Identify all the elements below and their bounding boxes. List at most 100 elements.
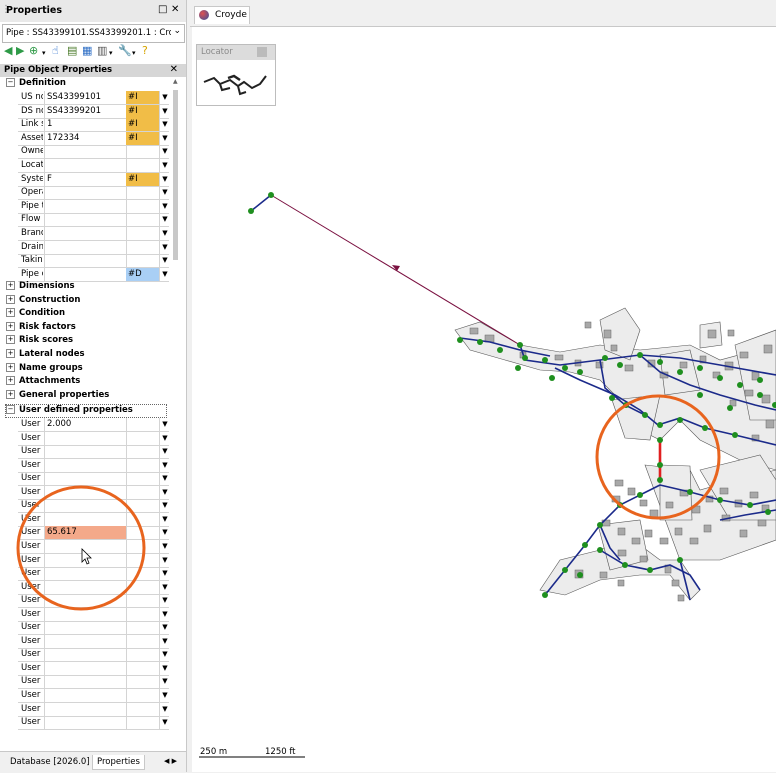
property-row[interactable]: Owner ▼ xyxy=(18,145,170,160)
chevron-down-icon[interactable]: ▼ xyxy=(159,621,170,635)
property-row[interactable]: Location ▼ xyxy=(18,159,169,173)
property-row[interactable]: Pipe class #D ▼ xyxy=(18,267,170,282)
property-row[interactable]: User text 6 ▼ xyxy=(18,621,170,636)
property-flag[interactable] xyxy=(126,145,159,158)
property-value[interactable] xyxy=(44,675,127,689)
property-row[interactable]: Taking ▼ xyxy=(18,254,170,269)
property-value[interactable]: 172334 xyxy=(44,131,127,145)
property-row[interactable]: Drainage ▼ xyxy=(18,240,170,255)
property-flag[interactable] xyxy=(126,526,159,539)
property-value[interactable] xyxy=(44,485,127,499)
chevron-down-icon[interactable]: ▼ xyxy=(159,131,170,145)
chevron-down-icon[interactable]: ▼ xyxy=(159,567,170,581)
property-row[interactable]: System type F #I ▼ xyxy=(18,172,170,187)
property-flag[interactable]: #I xyxy=(126,131,159,145)
database-dropdown-icon[interactable]: ▾ xyxy=(109,46,113,60)
property-flag[interactable] xyxy=(126,241,159,254)
chevron-down-icon[interactable]: ▼ xyxy=(159,213,170,227)
property-value[interactable] xyxy=(44,240,127,254)
chevron-down-icon[interactable]: ▼ xyxy=(159,104,170,118)
chevron-down-icon[interactable]: ▼ xyxy=(159,267,170,281)
property-value[interactable] xyxy=(44,634,127,648)
property-flag[interactable] xyxy=(126,567,159,580)
group-general-properties[interactable]: + General properties xyxy=(6,389,109,403)
property-row[interactable]: Link suffix 1 #I ▼ xyxy=(18,118,170,133)
property-row[interactable]: Asset ID 172334 #I ▼ xyxy=(18,131,170,146)
property-row[interactable]: Pipe type ▼ xyxy=(18,199,170,214)
chevron-down-icon[interactable]: ▼ xyxy=(159,145,170,159)
section-close-icon[interactable]: ✕ xyxy=(170,64,178,75)
collapse-icon[interactable]: − xyxy=(6,405,15,414)
group-condition[interactable]: + Condition xyxy=(6,308,65,321)
property-flag[interactable] xyxy=(126,648,159,661)
property-flag[interactable] xyxy=(126,540,159,553)
expand-icon[interactable]: + xyxy=(6,294,15,304)
chevron-down-icon[interactable]: ▼ xyxy=(159,499,170,513)
database-icon[interactable]: ▥ xyxy=(97,44,107,58)
property-row[interactable]: User text 5 ▼ xyxy=(18,607,170,622)
property-value[interactable]: 2.000 xyxy=(44,418,127,431)
property-flag[interactable]: #I xyxy=(126,118,159,132)
chevron-down-icon[interactable]: ▼ xyxy=(159,118,170,132)
property-row[interactable]: US node id SS43399101 #I ▼ xyxy=(18,91,169,105)
chevron-down-icon[interactable]: ▼ xyxy=(159,702,170,716)
globe-dropdown-icon[interactable]: ▾ xyxy=(42,46,46,60)
chevron-down-icon[interactable]: ▼ xyxy=(159,472,170,486)
property-value[interactable] xyxy=(44,254,127,268)
property-value[interactable] xyxy=(44,199,127,213)
property-value[interactable] xyxy=(44,621,127,635)
tab-properties[interactable]: Properties xyxy=(92,755,145,770)
chevron-down-icon[interactable]: ▼ xyxy=(159,199,170,213)
chevron-down-icon[interactable]: ▼ xyxy=(159,240,170,254)
property-value[interactable] xyxy=(44,458,127,472)
property-flag[interactable] xyxy=(126,432,159,445)
property-flag[interactable] xyxy=(126,608,159,621)
locator-toggle-icon[interactable] xyxy=(257,47,267,57)
property-row[interactable]: User text 3 ▼ xyxy=(18,580,169,595)
property-row[interactable]: User number 5 ▼ xyxy=(18,472,170,487)
property-flag[interactable] xyxy=(126,581,159,594)
expand-icon[interactable]: + xyxy=(6,321,15,331)
property-row[interactable]: Operational ▼ xyxy=(18,186,169,201)
property-flag[interactable] xyxy=(126,621,159,634)
object-selector[interactable]: Pipe : SS43399101.SS43399201.1 : Croyde … xyxy=(2,24,185,43)
property-flag[interactable] xyxy=(126,254,159,267)
property-flag[interactable] xyxy=(126,703,159,716)
group-name-groups[interactable]: + Name groups xyxy=(6,362,83,376)
property-flag[interactable] xyxy=(126,213,159,226)
property-row[interactable]: User text 7 ▼ xyxy=(18,634,169,649)
group-attachments[interactable]: + Attachments xyxy=(6,376,80,389)
chevron-down-icon[interactable]: ▼ xyxy=(159,716,170,730)
notes-icon[interactable]: ▤ xyxy=(67,44,77,58)
property-flag[interactable] xyxy=(126,554,159,567)
property-flag[interactable] xyxy=(126,227,159,240)
chevron-down-icon[interactable]: ▼ xyxy=(159,689,170,702)
chevron-down-icon[interactable]: ▼ xyxy=(159,553,170,567)
expand-icon[interactable]: + xyxy=(6,335,15,345)
collapse-icon[interactable]: − xyxy=(6,78,15,87)
property-row[interactable]: User number 3 ▼ xyxy=(18,445,169,460)
wrench-icon[interactable]: 🔧 xyxy=(118,44,132,58)
property-flag[interactable] xyxy=(126,445,159,458)
property-flag[interactable] xyxy=(126,186,159,199)
chevron-down-icon[interactable]: ▼ xyxy=(159,431,170,445)
property-value[interactable] xyxy=(44,431,127,445)
chevron-down-icon[interactable]: ▼ xyxy=(159,172,170,186)
property-value[interactable]: SS43399201 xyxy=(44,104,127,118)
property-row[interactable]: User text 4 ▼ xyxy=(18,594,169,609)
property-row[interactable]: User number 10 ▼ xyxy=(18,539,169,554)
property-flag[interactable] xyxy=(126,418,159,431)
property-flag[interactable] xyxy=(126,675,159,688)
property-row[interactable]: DS node id SS43399201 #I ▼ xyxy=(18,104,170,119)
property-value[interactable]: SS43399101 xyxy=(44,91,127,104)
property-value[interactable] xyxy=(44,702,127,716)
chevron-down-icon[interactable]: ▼ xyxy=(159,458,170,472)
chevron-down-icon[interactable]: ▼ xyxy=(159,607,170,621)
locator-window[interactable]: Locator xyxy=(196,44,276,106)
property-flag[interactable]: #I xyxy=(126,91,159,104)
property-row[interactable]: User number 7 ▼ xyxy=(18,499,170,514)
property-flag[interactable] xyxy=(126,594,159,607)
property-value[interactable] xyxy=(44,607,127,621)
expand-icon[interactable]: + xyxy=(6,308,15,318)
chevron-down-icon[interactable]: ▼ xyxy=(159,254,170,268)
